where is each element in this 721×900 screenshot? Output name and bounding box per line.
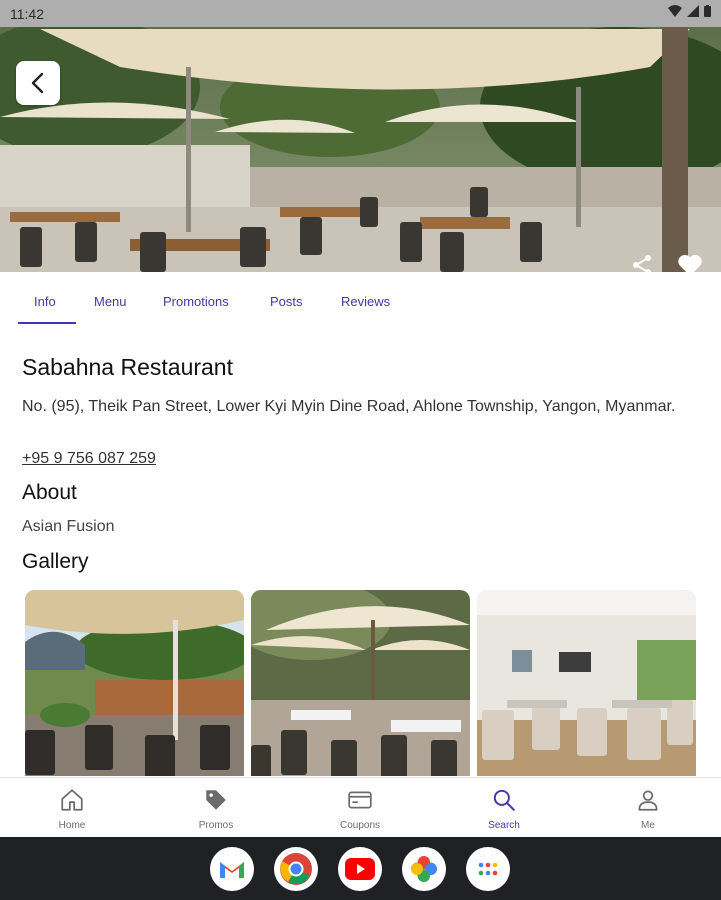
gallery-photo[interactable] (477, 590, 696, 776)
nav-promos[interactable]: Promos (166, 778, 266, 838)
coupon-icon (348, 791, 372, 809)
hero-image (0, 27, 721, 272)
youtube-app-button[interactable] (338, 847, 382, 891)
search-icon (493, 789, 515, 811)
nav-home[interactable]: Home (22, 778, 122, 838)
app-drawer-icon (478, 862, 498, 876)
photos-app-button[interactable] (402, 847, 446, 891)
system-dock (0, 837, 721, 900)
chevron-left-icon (31, 72, 44, 94)
tab-info[interactable]: Info (34, 294, 56, 309)
battery-icon (704, 5, 711, 17)
restaurant-phone-link[interactable]: +95 9 756 087 259 (22, 450, 156, 468)
bottom-nav: Home Promos Coupons Search Me (0, 777, 721, 837)
app-drawer-button[interactable] (466, 847, 510, 891)
status-time: 11:42 (10, 6, 44, 22)
chrome-icon (280, 853, 312, 885)
gallery (25, 590, 697, 776)
nav-search[interactable]: Search (454, 778, 554, 838)
nav-coupons[interactable]: Coupons (310, 778, 410, 838)
youtube-icon (345, 858, 375, 880)
tab-promotions[interactable]: Promotions (163, 294, 229, 309)
heart-icon (678, 254, 702, 272)
nav-me-label: Me (641, 820, 655, 831)
photos-icon (411, 856, 437, 882)
gallery-heading: Gallery (22, 550, 89, 573)
tab-reviews[interactable]: Reviews (341, 294, 390, 309)
tab-indicator (18, 322, 76, 324)
person-icon (638, 790, 658, 811)
back-button[interactable] (16, 61, 60, 105)
tab-bar: Info Menu Promotions Posts Reviews (0, 272, 721, 325)
about-heading: About (22, 481, 77, 504)
chrome-app-button[interactable] (274, 847, 318, 891)
tag-icon (206, 790, 226, 810)
nav-coupons-label: Coupons (339, 820, 381, 831)
signal-icon (687, 5, 699, 17)
app-screen: 11:42 Info Menu Promotions Posts Reviews… (0, 0, 721, 900)
share-icon (633, 255, 651, 272)
gallery-photo[interactable] (251, 590, 470, 776)
status-bar: 11:42 (0, 0, 721, 27)
about-text: Asian Fusion (22, 518, 115, 535)
restaurant-address: No. (95), Theik Pan Street, Lower Kyi My… (22, 398, 676, 415)
tab-posts[interactable]: Posts (270, 294, 303, 309)
gmail-app-button[interactable] (210, 847, 254, 891)
favorite-button[interactable] (676, 251, 704, 272)
nav-promos-label: Promos (198, 820, 234, 831)
tab-menu[interactable]: Menu (94, 294, 127, 309)
gmail-icon (220, 862, 244, 878)
nav-me[interactable]: Me (598, 778, 698, 838)
nav-search-label: Search (488, 820, 520, 831)
status-icons (668, 5, 711, 17)
home-icon (61, 789, 83, 811)
wifi-icon (668, 5, 682, 17)
nav-home-label: Home (58, 820, 86, 831)
gallery-photo[interactable] (25, 590, 244, 776)
restaurant-name: Sabahna Restaurant (22, 354, 233, 380)
share-button[interactable] (628, 251, 656, 272)
